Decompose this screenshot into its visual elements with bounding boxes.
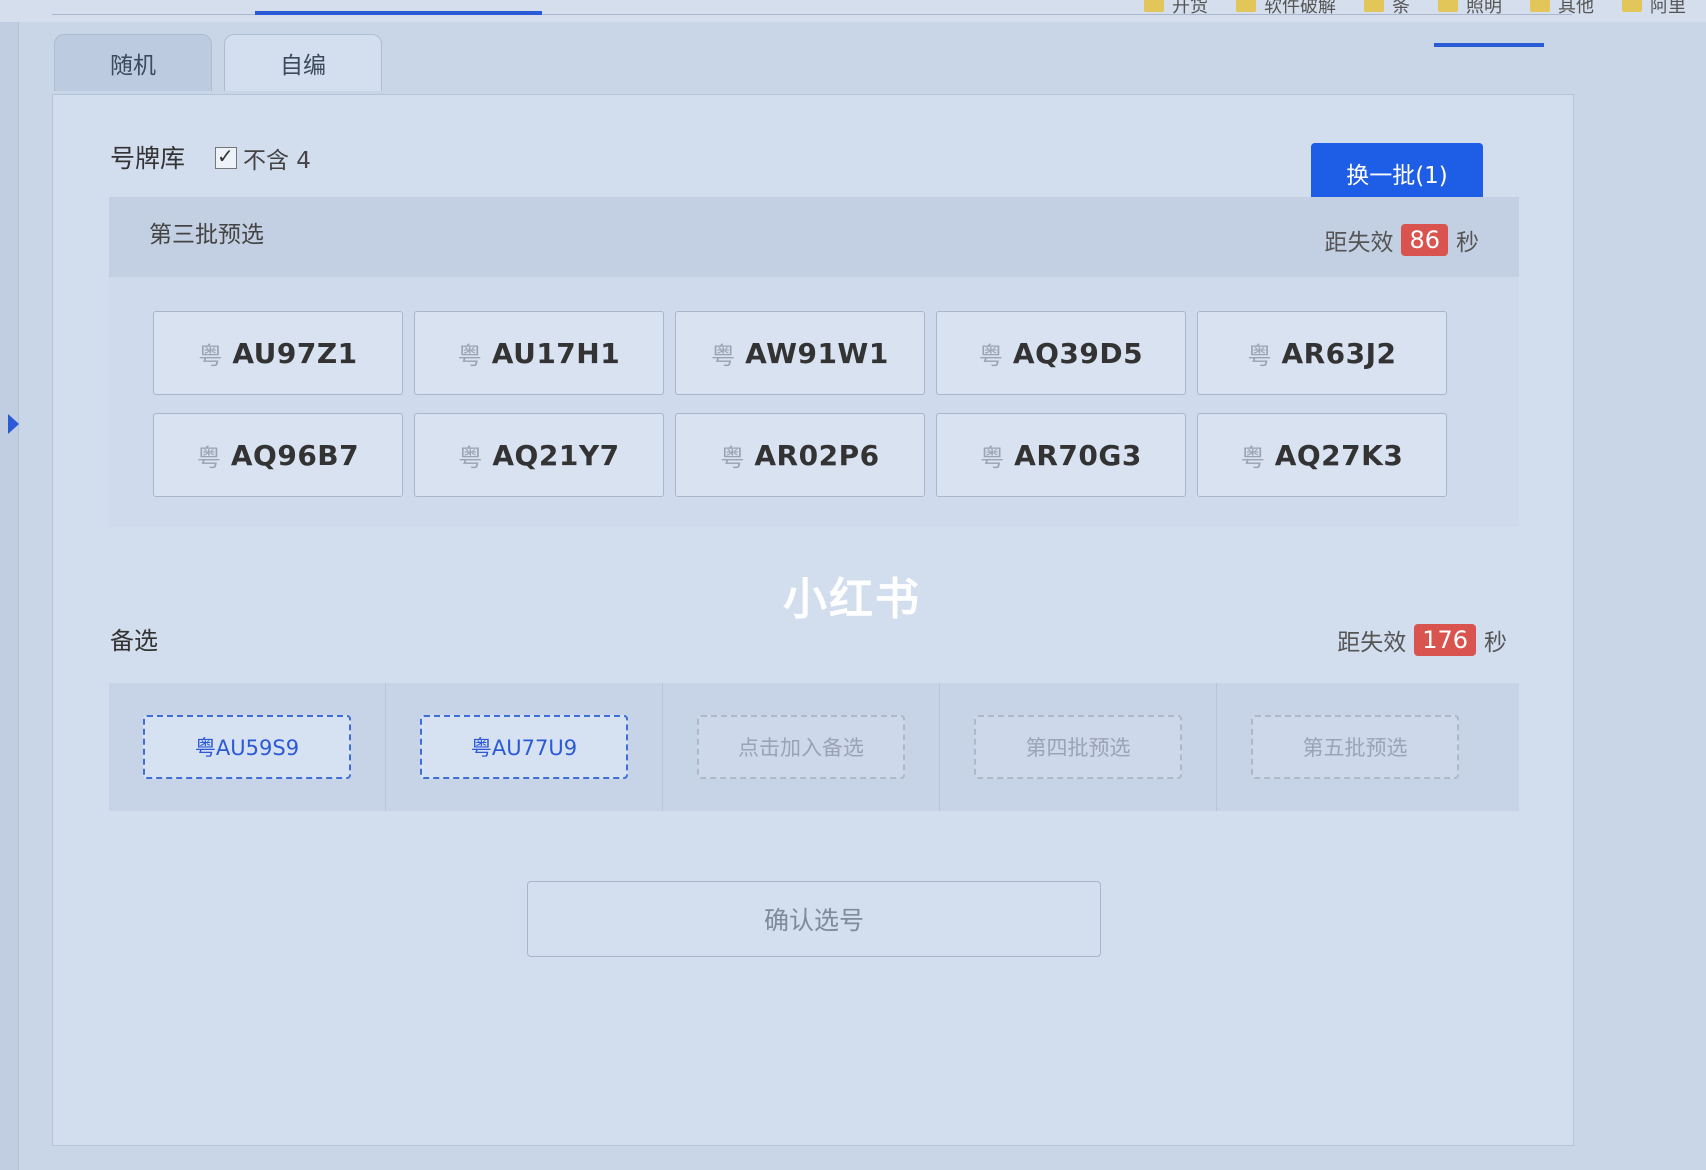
folder-icon (1144, 0, 1164, 12)
swap-batch-button[interactable]: 换一批(1) (1311, 143, 1483, 203)
batch-title: 第三批预选 (149, 222, 264, 248)
plate-option[interactable]: 粤 AR70G3 (936, 413, 1186, 497)
plate-option[interactable]: 粤 AR63J2 (1197, 311, 1447, 395)
backup-plate-chip[interactable]: 粤AU77U9 (420, 715, 628, 779)
expand-arrow-icon[interactable] (8, 414, 19, 434)
backup-slot: 第五批预选 (1217, 683, 1493, 811)
province-char: 粤 (458, 443, 483, 472)
province-char: 粤 (720, 443, 745, 472)
folder-icon (1236, 0, 1256, 12)
backup-title: 备选 (110, 627, 158, 655)
plate-option[interactable]: 粤 AR02P6 (675, 413, 925, 497)
plate-number: AU97Z1 (232, 336, 358, 370)
plate-number: AR02P6 (754, 438, 880, 472)
plate-number: AW91W1 (745, 336, 889, 370)
add-backup-button[interactable]: 点击加入备选 (697, 715, 905, 779)
plate-option[interactable]: 粤 AU97Z1 (153, 311, 403, 395)
province-char: 粤 (980, 443, 1005, 472)
backup-expire-timer: 距失效 176 秒 (1337, 623, 1507, 657)
bookmark-item[interactable]: 照明 (1438, 0, 1502, 18)
expire-label: 距失效 (1324, 230, 1394, 256)
plate-number: AU17H1 (491, 336, 621, 370)
fourth-batch-slot[interactable]: 第四批预选 (974, 715, 1182, 779)
province-char: 粤 (196, 443, 221, 472)
batch-header: 第三批预选 距失效 86 秒 (109, 197, 1519, 277)
nav-active-indicator (255, 11, 542, 15)
seconds-unit: 秒 (1484, 630, 1507, 656)
plate-number: AQ27K3 (1274, 438, 1404, 472)
province-char: 粤 (978, 341, 1003, 370)
plate-number: AR70G3 (1014, 438, 1142, 472)
backup-slot: 粤AU59S9 (109, 683, 386, 811)
backup-slot: 点击加入备选 (663, 683, 940, 811)
expire-label: 距失效 (1337, 630, 1407, 656)
exclude-four-label: 不含 4 (243, 148, 311, 174)
plate-option[interactable]: 粤 AQ39D5 (936, 311, 1186, 395)
watermark-logo: 小红书 (783, 574, 921, 625)
province-char: 粤 (1247, 341, 1272, 370)
countdown-badge: 86 (1401, 224, 1448, 256)
plate-option[interactable]: 粤 AW91W1 (675, 311, 925, 395)
batch-expire-timer: 距失效 86 秒 (1324, 223, 1479, 257)
plate-number: AQ21Y7 (492, 438, 620, 472)
folder-icon (1622, 0, 1642, 12)
bookmark-item[interactable]: 阿里 (1622, 0, 1686, 18)
province-char: 粤 (198, 341, 223, 370)
province-char: 粤 (457, 341, 482, 370)
backup-slot: 第四批预选 (940, 683, 1217, 811)
exclude-four-checkbox[interactable] (215, 144, 237, 169)
bookmark-item[interactable]: 条 (1364, 0, 1410, 18)
plate-number: AR63J2 (1281, 336, 1397, 370)
folder-icon (1438, 0, 1458, 12)
plate-grid: 粤 AU97Z1 粤 AU17H1 粤 AW91W1 粤 AQ39D5 粤 AR63J2 … (153, 311, 1447, 497)
fifth-batch-slot[interactable]: 第五批预选 (1251, 715, 1459, 779)
backup-slot: 粤AU77U9 (386, 683, 663, 811)
folder-icon (1530, 0, 1550, 12)
confirm-selection-button[interactable]: 确认选号 (527, 881, 1101, 957)
plate-selection-panel: 号牌库 不含 4 换一批(1) 第三批预选 距失效 86 秒 粤 AU97Z1 粤… (52, 94, 1574, 1146)
tab-custom[interactable]: 自编 (224, 34, 382, 91)
bookmark-item[interactable]: 其他 (1530, 0, 1594, 18)
exclude-four-option[interactable]: 不含 4 (215, 141, 311, 175)
library-title: 号牌库 (110, 144, 186, 173)
tab-accent-line (1434, 43, 1544, 47)
bookmark-item[interactable]: 软件破解 (1236, 0, 1336, 18)
mode-tabs: 随机 自编 (54, 34, 382, 91)
plate-option[interactable]: 粤 AQ27K3 (1197, 413, 1447, 497)
province-char: 粤 (711, 341, 736, 370)
plate-option[interactable]: 粤 AU17H1 (414, 311, 664, 395)
bookmark-item[interactable]: 开货 (1144, 0, 1208, 18)
countdown-badge: 176 (1414, 624, 1476, 656)
plate-option[interactable]: 粤 AQ96B7 (153, 413, 403, 497)
seconds-unit: 秒 (1456, 230, 1479, 256)
folder-icon (1364, 0, 1384, 12)
tab-random[interactable]: 随机 (54, 34, 212, 91)
backup-slots: 粤AU59S9 粤AU77U9 点击加入备选 第四批预选 第五批预选 (109, 683, 1493, 811)
plate-option[interactable]: 粤 AQ21Y7 (414, 413, 664, 497)
backup-plate-chip[interactable]: 粤AU59S9 (143, 715, 351, 779)
left-edge-panel (0, 0, 19, 1170)
province-char: 粤 (1240, 443, 1265, 472)
plate-number: AQ39D5 (1012, 336, 1144, 370)
plate-number: AQ96B7 (230, 438, 360, 472)
